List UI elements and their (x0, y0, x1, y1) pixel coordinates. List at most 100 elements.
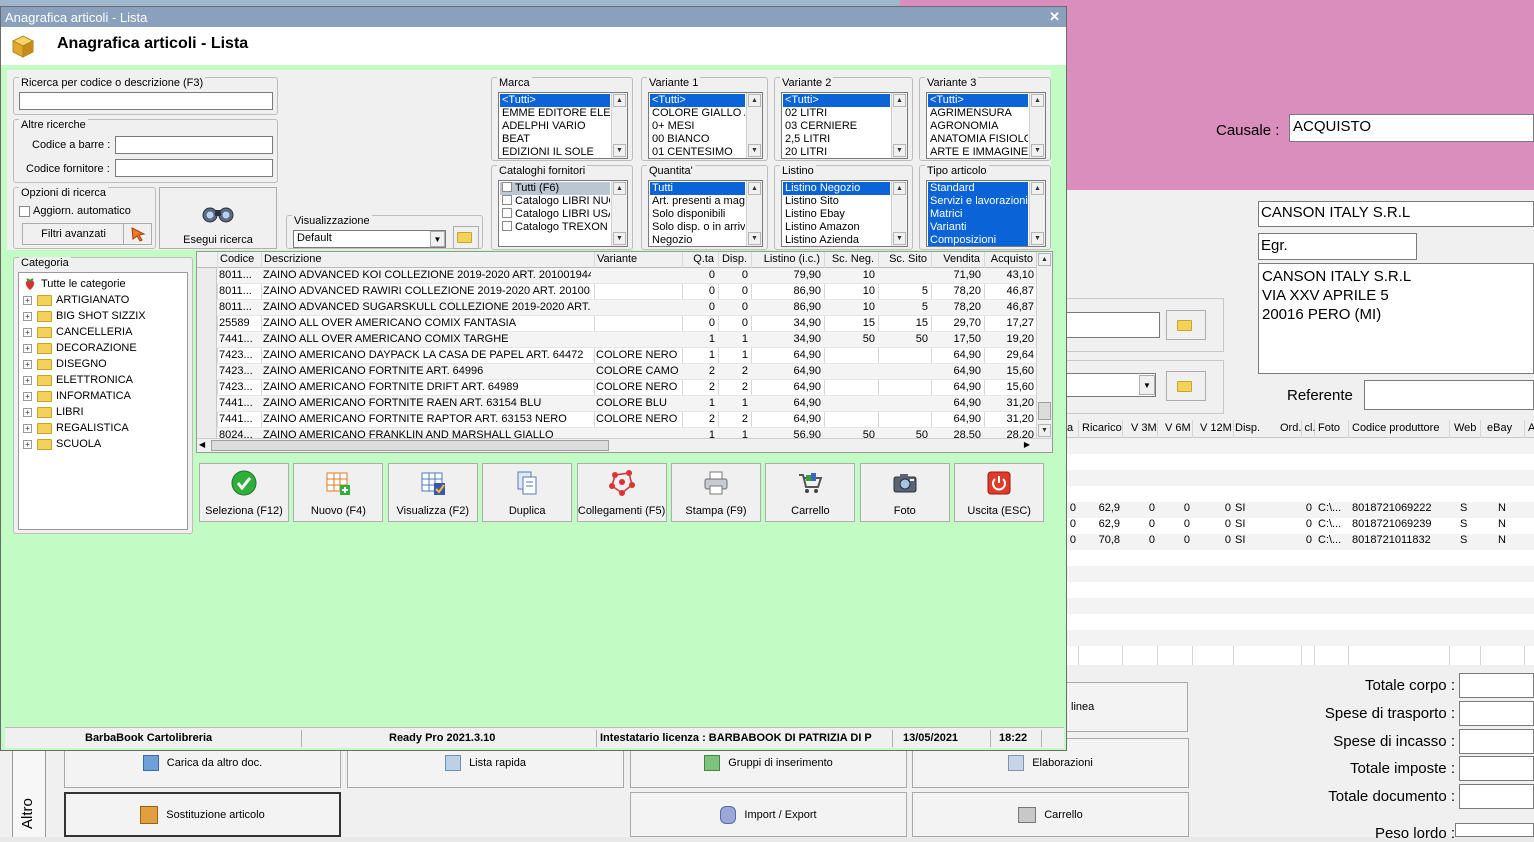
variante3-option[interactable]: ANATOMIA FISIOLOG (928, 133, 1028, 146)
expand-icon[interactable]: + (23, 343, 32, 353)
background-folder-button-1[interactable] (1166, 310, 1206, 340)
checkbox-icon[interactable] (502, 208, 512, 218)
scroll-up-icon[interactable]: ▲ (1038, 253, 1051, 266)
scroll-up-icon[interactable]: ▲ (613, 94, 626, 107)
category-item[interactable]: + DECORAZIONE (23, 340, 183, 356)
scroll-down-icon[interactable]: ▼ (748, 232, 761, 245)
marca-listbox[interactable]: <Tutti>EMME EDITORE ELEMEADELPHI VARIOBE… (498, 92, 628, 159)
row-selector[interactable] (197, 396, 217, 412)
tipo-option[interactable]: Varianti (928, 221, 1028, 234)
category-item[interactable]: + CANCELLERIA (23, 324, 183, 340)
listino-scrollbar[interactable]: ▲ ▼ (891, 181, 907, 246)
import-export-button[interactable]: Import / Export (630, 792, 907, 837)
totale-imposte-field[interactable] (1459, 756, 1534, 781)
scroll-down-icon[interactable]: ▼ (893, 232, 906, 245)
marca-option[interactable]: ADELPHI VARIO (500, 120, 610, 133)
variante1-listbox[interactable]: <Tutti>COLORE GIALLO / V0+ MESI00 BIANCO… (648, 92, 763, 159)
variante3-option[interactable]: AGRIMENSURA (928, 107, 1028, 120)
checkbox-icon[interactable] (502, 221, 512, 231)
foto-button[interactable]: Foto (859, 463, 950, 522)
table-header-cell[interactable]: Disp. (718, 253, 747, 265)
scroll-up-icon[interactable]: ▲ (748, 182, 761, 195)
variante3-option[interactable]: ARTE E IMMAGINE (928, 146, 1028, 158)
expand-icon[interactable]: + (23, 327, 32, 337)
table-vertical-scrollbar[interactable]: ▲ ▼ (1036, 252, 1052, 438)
tipo-option[interactable]: Servizi e lavorazioni (928, 195, 1028, 208)
table-row[interactable]: 7441... ZAINO AMERICANO FORTNITE RAEN ART… (197, 396, 1036, 412)
tipo-option[interactable]: Composizioni (928, 234, 1028, 246)
variante2-option[interactable]: 02 LITRI (783, 107, 890, 120)
supplier-code-input[interactable] (115, 159, 273, 177)
tipo-listbox[interactable]: Standard Servizi e lavorazioni Matrici Vari… (926, 180, 1046, 247)
expand-icon[interactable]: + (23, 295, 32, 305)
checkbox-icon[interactable] (502, 195, 512, 205)
category-item[interactable]: + DISEGNO (23, 356, 183, 372)
variante1-option[interactable]: COLORE GIALLO / V (650, 107, 745, 120)
search-input[interactable] (19, 92, 273, 110)
variante2-scrollbar[interactable]: ▲ ▼ (891, 93, 907, 158)
scroll-up-icon[interactable]: ▲ (1031, 182, 1044, 195)
view-folder-button[interactable] (453, 226, 479, 249)
sostituzione-button[interactable]: Sostituzione articolo (64, 792, 341, 837)
variante1-option[interactable]: <Tutti> (650, 94, 745, 107)
category-item[interactable]: + ARTIGIANATO (23, 292, 183, 308)
listino-option[interactable]: Listino Sito (783, 195, 890, 208)
row-selector[interactable] (197, 412, 217, 428)
category-item[interactable]: + SCUOLA (23, 436, 183, 452)
line-button[interactable]: linea (1066, 682, 1188, 732)
listino-option[interactable]: Listino Ebay (783, 208, 890, 221)
category-item[interactable]: + BIG SHOT SIZZIX (23, 308, 183, 324)
advanced-filters-button[interactable]: Filtri avanzati (22, 223, 125, 245)
category-root[interactable]: Tutte le categorie (23, 276, 183, 292)
row-selector[interactable] (197, 348, 217, 364)
row-selector[interactable] (197, 284, 217, 300)
marca-option[interactable]: EMME EDITORE ELEME (500, 107, 610, 120)
table-row[interactable]: 8011... ZAINO ADVANCED KOI COLLEZIONE 201… (197, 268, 1036, 284)
quantita-scrollbar[interactable]: ▲ ▼ (746, 181, 762, 246)
cataloghi-option[interactable]: Catalogo TREXON I (500, 221, 610, 234)
table-header-cell[interactable]: Listino (i.c.) (751, 253, 820, 265)
peso-lordo-field[interactable] (1455, 823, 1534, 837)
row-selector[interactable] (197, 332, 217, 348)
totale-documento-field[interactable] (1459, 784, 1534, 809)
listino-option[interactable]: Listino Negozio (783, 182, 890, 195)
expand-icon[interactable]: + (23, 439, 32, 449)
quantita-option[interactable]: Solo disp. o in arrivo (650, 221, 745, 234)
tipo-option[interactable]: Matrici (928, 208, 1028, 221)
quantita-option[interactable]: Negozio (650, 234, 745, 246)
run-search-button[interactable]: Esegui ricerca (159, 187, 277, 249)
listino-option[interactable]: Listino Amazon (783, 221, 890, 234)
marca-scrollbar[interactable]: ▲ ▼ (611, 93, 627, 158)
scroll-right-icon[interactable]: ▶ (1024, 440, 1030, 449)
scroll-up-icon[interactable]: ▲ (1031, 94, 1044, 107)
table-header-cell[interactable]: Vendita (931, 253, 980, 265)
table-horizontal-scrollbar[interactable]: ◀ ▶ (197, 438, 1052, 452)
scroll-thumb[interactable] (1038, 402, 1051, 420)
scroll-up-icon[interactable]: ▲ (613, 182, 626, 195)
scroll-down-icon[interactable]: ▼ (748, 144, 761, 157)
seleziona-button[interactable]: Seleziona (F12) (199, 463, 289, 522)
variante2-option[interactable]: 20 LITRI (783, 146, 890, 158)
listino-listbox[interactable]: Listino Negozio Listino Sito Listino Ebay L… (781, 180, 908, 247)
expand-icon[interactable]: + (23, 375, 32, 385)
category-tree[interactable]: Tutte le categorie + ARTIGIANATO + BIG SHOT… (18, 272, 188, 530)
table-row[interactable]: 7423... ZAINO AMERICANO FORTNITE ART. 649… (197, 364, 1036, 380)
table-row[interactable]: 25589 ZAINO ALL OVER AMERICANO COMIX FANT… (197, 316, 1036, 332)
variante2-option[interactable]: 2,5 LITRI (783, 133, 890, 146)
scroll-down-icon[interactable]: ▼ (613, 232, 626, 245)
expand-icon[interactable]: + (23, 423, 32, 433)
scroll-up-icon[interactable]: ▲ (748, 94, 761, 107)
category-item[interactable]: + REGALISTICA (23, 420, 183, 436)
collegamenti-button[interactable]: Collegamenti (F5) (576, 463, 667, 522)
nuovo-button[interactable]: Nuovo (F4) (293, 463, 384, 522)
table-row[interactable]: 7441... ZAINO ALL OVER AMERICANO COMIX TA… (197, 332, 1036, 348)
altro-tab[interactable]: Altro (12, 750, 46, 837)
horizontal-scroll-thumb[interactable] (211, 440, 609, 451)
uscita-button[interactable]: Uscita (ESC) (954, 463, 1045, 522)
scroll-down-icon[interactable]: ▼ (1031, 144, 1044, 157)
expand-icon[interactable]: + (23, 359, 32, 369)
scroll-down-icon[interactable]: ▼ (613, 144, 626, 157)
listino-option[interactable]: Listino Azienda (783, 234, 890, 246)
expand-icon[interactable]: + (23, 407, 32, 417)
barcode-input[interactable] (115, 136, 273, 154)
